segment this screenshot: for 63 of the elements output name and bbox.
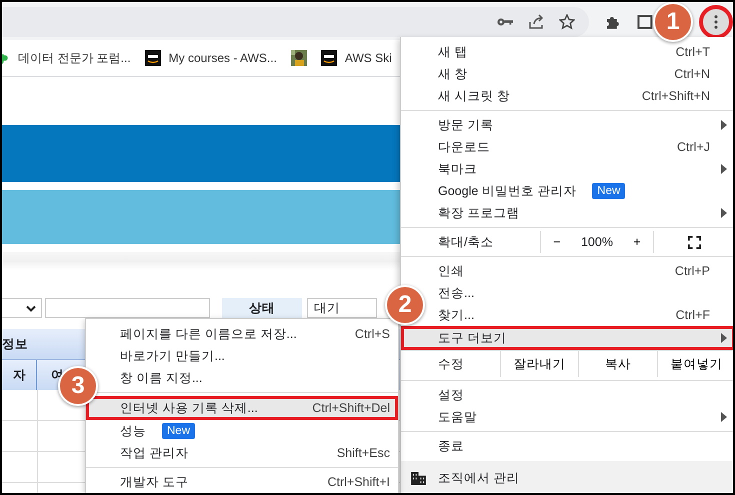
share-icon [528, 14, 544, 30]
shortcut-text: Ctrl+Shift+N [642, 89, 710, 103]
edit-action-button[interactable]: 붙여넣기 [658, 351, 733, 377]
menu-item[interactable]: 확장 프로그램 [438, 202, 733, 224]
shortcut-text: Ctrl+J [677, 140, 710, 154]
menu-item[interactable]: Google 비밀번호 관리자 New [438, 180, 733, 202]
menu-item[interactable]: 작업 관리자 Shift+Esc [120, 442, 398, 464]
fullscreen-icon[interactable] [688, 236, 701, 248]
text-field[interactable] [45, 298, 210, 318]
menu-item[interactable]: 성능 New [120, 420, 398, 442]
menu-item[interactable]: 새 창 Ctrl+N [438, 63, 733, 85]
shortcut-text: Ctrl+F [676, 308, 710, 322]
step-badge: 1 [653, 2, 693, 42]
building-icon [411, 472, 426, 485]
shortcut-text: Ctrl+Shift+Del [312, 401, 390, 415]
dropdown[interactable] [2, 298, 42, 318]
shortcut-text: Ctrl+S [354, 327, 390, 341]
zoom-out-button[interactable]: − [549, 235, 565, 249]
menu-item[interactable]: 종료 [438, 435, 733, 457]
edit-action-button[interactable]: 잘라내기 [501, 351, 580, 377]
menu-item[interactable]: 찾기... Ctrl+F [438, 304, 733, 326]
step-badge: 2 [385, 285, 425, 325]
zoom-in-button[interactable]: + [629, 235, 645, 249]
menu-item[interactable]: 설정 [438, 384, 733, 406]
menu-item[interactable]: 인터넷 사용 기록 삭제... Ctrl+Shift+Del [86, 396, 398, 420]
shortcut-text: Ctrl+N [674, 67, 710, 81]
menu-item-label: 조직에서 관리 [438, 470, 520, 487]
sidebar-icon[interactable] [637, 14, 653, 30]
aws-logo-icon [144, 50, 161, 66]
bookmark[interactable]: My courses - AWS... [144, 50, 277, 66]
menu-item[interactable]: 인쇄 Ctrl+P [438, 260, 733, 282]
shortcut-text: Ctrl+T [676, 45, 710, 59]
menu-item[interactable]: 다운로드 Ctrl+J [438, 136, 733, 158]
zoom-label: 확대/축소 [401, 231, 541, 253]
chevron-down-icon [26, 304, 36, 312]
shortcut-text: Ctrl+Shift+I [327, 475, 390, 489]
managed-by-organization-item[interactable]: 조직에서 관리 [401, 461, 733, 493]
column-header: 자 [2, 360, 37, 390]
menu-item[interactable]: 새 탭 Ctrl+T [438, 41, 733, 63]
status-dropdown[interactable]: 대기 [307, 298, 377, 318]
menu-item[interactable]: 도구 더보기 [401, 326, 733, 350]
shortcut-text: Ctrl+P [674, 264, 710, 278]
zoom-level-text: 100% [580, 235, 613, 249]
puzzle-icon[interactable] [605, 14, 622, 30]
star-icon [559, 14, 576, 30]
shortcut-text: Shift+Esc [336, 446, 390, 460]
menu-item[interactable]: 도움말 [438, 406, 733, 428]
menu-item[interactable]: 페이지를 다른 이름으로 저장... Ctrl+S [120, 323, 398, 345]
menu-item[interactable]: 북마크 [438, 158, 733, 180]
menu-item[interactable]: 전송... [438, 282, 733, 304]
menu-button[interactable] [699, 5, 733, 39]
menu-item[interactable]: 방문 기록 [438, 114, 733, 136]
edit-label: 수정 [401, 351, 501, 377]
menu-item[interactable]: 새 시크릿 창 Ctrl+Shift+N [438, 85, 733, 107]
menu-item[interactable]: 개발자 도구 Ctrl+Shift+I [120, 471, 398, 493]
new-badge: New [162, 423, 196, 439]
new-badge: New [592, 183, 626, 199]
menu-icon [714, 15, 718, 29]
bookmark[interactable]: AWS Ski [320, 50, 392, 66]
bookmark[interactable]: 데이터 전문가 포럼... [2, 50, 131, 66]
edit-action-button[interactable]: 복사 [579, 351, 658, 377]
status-header: 상태 [222, 298, 302, 318]
aws-logo-icon [320, 50, 337, 66]
